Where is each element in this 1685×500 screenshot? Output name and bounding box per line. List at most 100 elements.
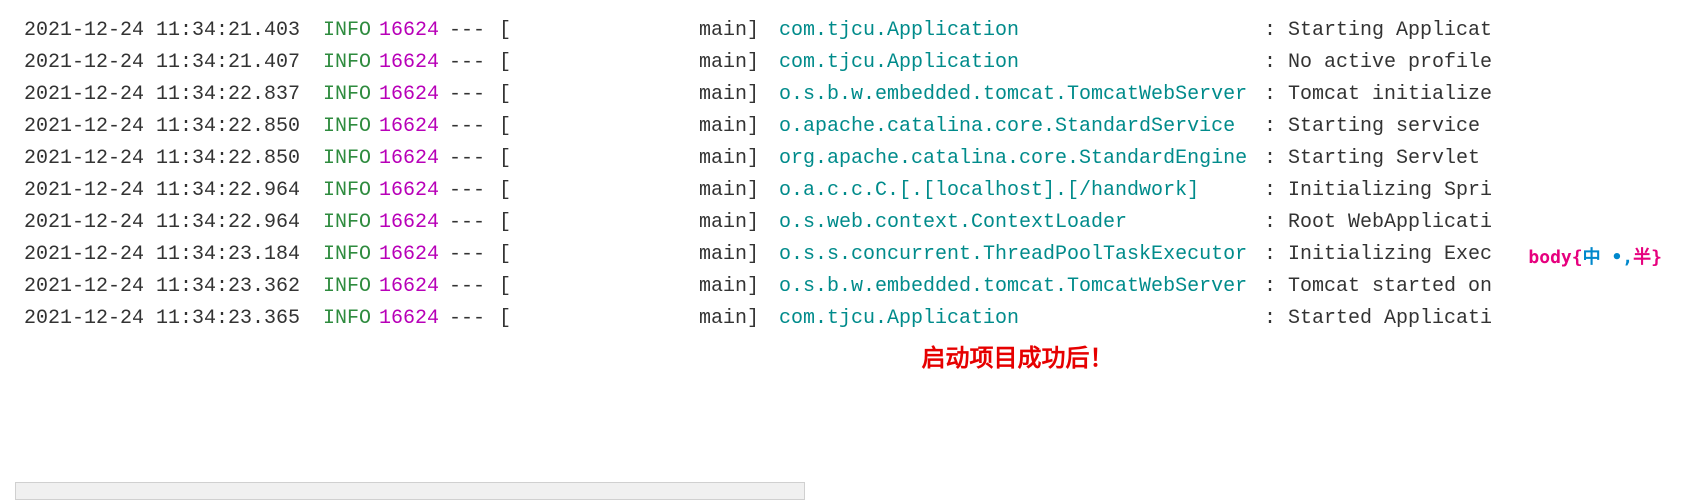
ime-chinese2: 半 xyxy=(1633,247,1651,268)
log-line: 2021-12-24 11:34:22.964INFO16624---[main… xyxy=(24,175,1685,207)
log-colon: : xyxy=(1264,111,1288,143)
log-separator: --- xyxy=(449,239,499,271)
log-level: INFO xyxy=(314,79,379,111)
log-level: INFO xyxy=(314,143,379,175)
log-message: Tomcat started on xyxy=(1288,271,1492,303)
log-message: Starting Applicat xyxy=(1288,15,1492,47)
log-level: INFO xyxy=(314,175,379,207)
log-logger: o.s.b.w.embedded.tomcat.TomcatWebServer xyxy=(779,79,1264,111)
log-separator: --- xyxy=(449,175,499,207)
ime-chinese1: 中 xyxy=(1583,247,1601,268)
log-message: Initializing Exec xyxy=(1288,239,1492,271)
log-timestamp: 2021-12-24 11:34:22.964 xyxy=(24,207,314,239)
log-separator: --- xyxy=(449,303,499,335)
log-message: Starting service xyxy=(1288,111,1480,143)
log-pid: 16624 xyxy=(379,175,449,207)
log-timestamp: 2021-12-24 11:34:22.850 xyxy=(24,111,314,143)
ime-dot: •, xyxy=(1611,247,1633,268)
log-separator: --- xyxy=(449,111,499,143)
log-line: 2021-12-24 11:34:22.837INFO16624---[main… xyxy=(24,79,1685,111)
log-colon: : xyxy=(1264,303,1288,335)
log-colon: : xyxy=(1264,47,1288,79)
log-pid: 16624 xyxy=(379,47,449,79)
log-logger: com.tjcu.Application xyxy=(779,15,1264,47)
log-pid: 16624 xyxy=(379,207,449,239)
log-bracket: [ xyxy=(499,47,699,79)
log-message: Root WebApplicati xyxy=(1288,207,1492,239)
log-separator: --- xyxy=(449,15,499,47)
log-logger: o.a.c.c.C.[.[localhost].[/handwork] xyxy=(779,175,1264,207)
log-thread: main] xyxy=(699,207,779,239)
log-pid: 16624 xyxy=(379,79,449,111)
log-level: INFO xyxy=(314,111,379,143)
log-bracket: [ xyxy=(499,143,699,175)
log-timestamp: 2021-12-24 11:34:23.184 xyxy=(24,239,314,271)
log-level: INFO xyxy=(314,271,379,303)
log-colon: : xyxy=(1264,207,1288,239)
log-colon: : xyxy=(1264,271,1288,303)
log-message: No active profile xyxy=(1288,47,1492,79)
log-pid: 16624 xyxy=(379,111,449,143)
log-thread: main] xyxy=(699,303,779,335)
log-colon: : xyxy=(1264,175,1288,207)
log-bracket: [ xyxy=(499,175,699,207)
log-level: INFO xyxy=(314,47,379,79)
log-thread: main] xyxy=(699,15,779,47)
log-separator: --- xyxy=(449,143,499,175)
log-bracket: [ xyxy=(499,79,699,111)
log-line: 2021-12-24 11:34:22.850INFO16624---[main… xyxy=(24,111,1685,143)
log-message: Starting Servlet xyxy=(1288,143,1480,175)
log-separator: --- xyxy=(449,79,499,111)
log-pid: 16624 xyxy=(379,239,449,271)
success-banner: 启动项目成功后！ xyxy=(0,340,1685,378)
log-separator: --- xyxy=(449,271,499,303)
log-thread: main] xyxy=(699,79,779,111)
log-pid: 16624 xyxy=(379,303,449,335)
horizontal-scrollbar[interactable] xyxy=(15,482,805,500)
log-thread: main] xyxy=(699,143,779,175)
log-colon: : xyxy=(1264,239,1288,271)
log-timestamp: 2021-12-24 11:34:23.365 xyxy=(24,303,314,335)
ime-brace-close: } xyxy=(1651,247,1662,268)
log-line: 2021-12-24 11:34:23.365INFO16624---[main… xyxy=(24,303,1685,335)
log-line: 2021-12-24 11:34:23.362INFO16624---[main… xyxy=(24,271,1685,303)
log-colon: : xyxy=(1264,15,1288,47)
log-line: 2021-12-24 11:34:22.964INFO16624---[main… xyxy=(24,207,1685,239)
log-bracket: [ xyxy=(499,15,699,47)
log-line: 2021-12-24 11:34:21.407INFO16624---[main… xyxy=(24,47,1685,79)
log-bracket: [ xyxy=(499,207,699,239)
log-level: INFO xyxy=(314,303,379,335)
log-timestamp: 2021-12-24 11:34:22.964 xyxy=(24,175,314,207)
log-timestamp: 2021-12-24 11:34:23.362 xyxy=(24,271,314,303)
ime-brace-open: { xyxy=(1572,247,1583,268)
log-line: 2021-12-24 11:34:23.184INFO16624---[main… xyxy=(24,239,1685,271)
log-separator: --- xyxy=(449,47,499,79)
log-level: INFO xyxy=(314,239,379,271)
ime-status-overlay: body{中 •,半} xyxy=(1525,243,1665,274)
log-thread: main] xyxy=(699,175,779,207)
log-logger: com.tjcu.Application xyxy=(779,47,1264,79)
log-timestamp: 2021-12-24 11:34:22.837 xyxy=(24,79,314,111)
log-timestamp: 2021-12-24 11:34:21.403 xyxy=(24,15,314,47)
log-level: INFO xyxy=(314,207,379,239)
log-message: Initializing Spri xyxy=(1288,175,1492,207)
log-pid: 16624 xyxy=(379,271,449,303)
log-logger: com.tjcu.Application xyxy=(779,303,1264,335)
log-thread: main] xyxy=(699,239,779,271)
log-line: 2021-12-24 11:34:21.403INFO16624---[main… xyxy=(24,15,1685,47)
log-timestamp: 2021-12-24 11:34:22.850 xyxy=(24,143,314,175)
log-level: INFO xyxy=(314,15,379,47)
log-message: Started Applicati xyxy=(1288,303,1492,335)
log-bracket: [ xyxy=(499,239,699,271)
log-output: 2021-12-24 11:34:21.403INFO16624---[main… xyxy=(0,15,1685,335)
log-logger: o.s.s.concurrent.ThreadPoolTaskExecutor xyxy=(779,239,1264,271)
log-thread: main] xyxy=(699,271,779,303)
log-separator: --- xyxy=(449,207,499,239)
log-thread: main] xyxy=(699,47,779,79)
log-logger: o.apache.catalina.core.StandardService xyxy=(779,111,1264,143)
log-logger: org.apache.catalina.core.StandardEngine xyxy=(779,143,1264,175)
log-colon: : xyxy=(1264,143,1288,175)
log-pid: 16624 xyxy=(379,143,449,175)
log-pid: 16624 xyxy=(379,15,449,47)
log-timestamp: 2021-12-24 11:34:21.407 xyxy=(24,47,314,79)
